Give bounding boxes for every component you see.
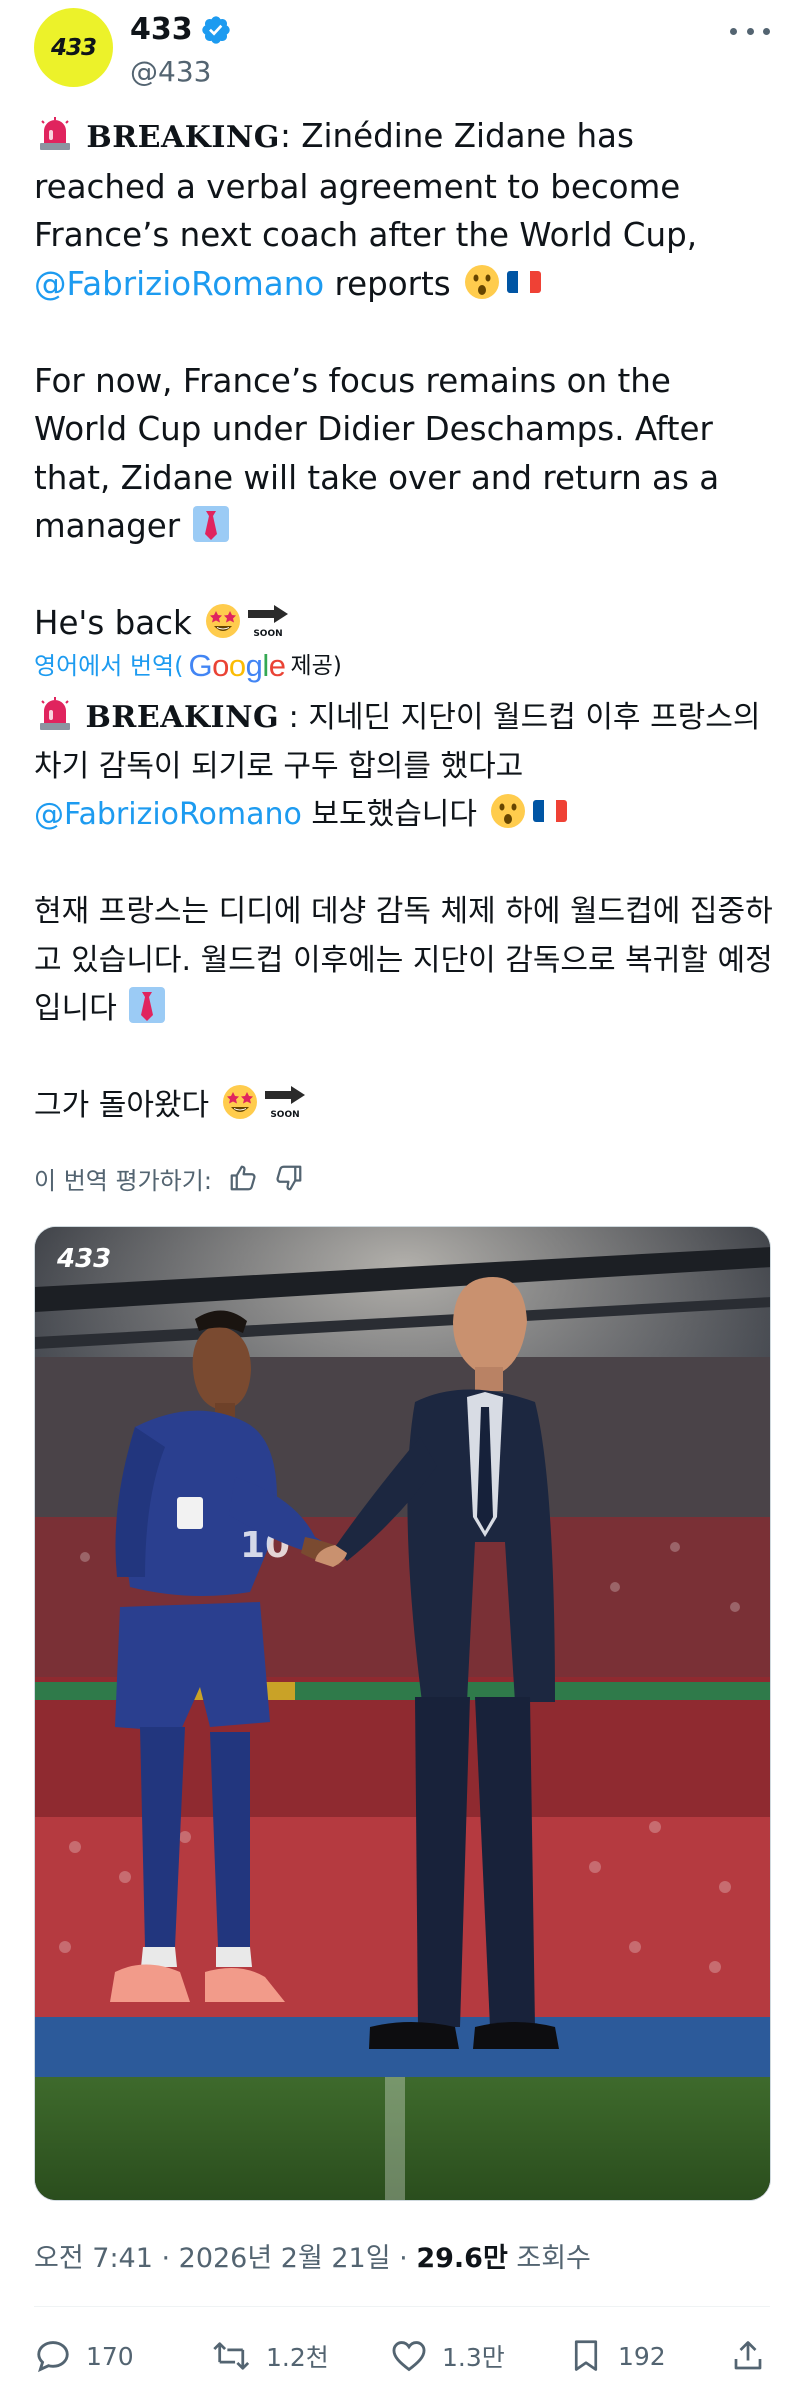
reply-count: 170: [86, 2341, 134, 2371]
rate-translation-label: 이 번역 평가하기:: [34, 1166, 212, 1195]
thumbs-up-icon[interactable]: [228, 1163, 258, 1193]
reply-icon: [37, 2341, 69, 2373]
soon-arrow-emoji: [263, 1083, 307, 1121]
mention-link[interactable]: @FabrizioRomano: [34, 265, 324, 303]
tweet-timestamp[interactable]: 오전 7:41 · 2026년 2월 21일 ·: [34, 2243, 416, 2274]
avatar[interactable]: 433: [34, 8, 113, 87]
like-count: 1.3만: [442, 2343, 505, 2372]
soon-arrow-emoji: [246, 602, 290, 640]
necktie-emoji: [128, 986, 166, 1024]
france-flag-emoji: [531, 792, 569, 830]
google-logo: Google: [188, 648, 286, 683]
translated-paragraph-1: BREAKING : 지네딘 지단이 월드컵 이후 프랑스의 차기 감독이 되기…: [34, 694, 774, 840]
siren-emoji: [36, 695, 74, 733]
translated-from-label[interactable]: 영어에서 번역(: [34, 648, 183, 684]
mention-link[interactable]: @FabrizioRomano: [34, 797, 302, 832]
avatar-logo-text: 433: [50, 34, 97, 61]
thumbs-down-icon[interactable]: [274, 1163, 304, 1193]
share-icon: [734, 2341, 762, 2370]
repost-count: 1.2천: [266, 2343, 329, 2372]
breaking-label: BREAKING: [85, 700, 280, 735]
like-button[interactable]: 1.3만: [390, 2326, 505, 2386]
surprised-emoji: [489, 792, 527, 830]
translated-paragraph-2: 현재 프랑스는 디디에 데샹 감독 체제 하에 월드컵에 집중하고 있습니다. …: [34, 888, 774, 1034]
provided-label: 제공): [290, 653, 342, 679]
translated-text-segment: 보도했습니다: [301, 797, 478, 832]
photo-illustration: 10 433: [35, 1227, 770, 2200]
tweet-media-image[interactable]: 10 433: [34, 1226, 771, 2201]
necktie-emoji: [192, 505, 230, 543]
repost-icon: [213, 2342, 250, 2370]
rate-translation: 이 번역 평가하기:: [34, 1158, 304, 1198]
translation-attribution[interactable]: 영어에서 번역( Google 제공): [34, 648, 342, 684]
translated-text: BREAKING : 지네딘 지단이 월드컵 이후 프랑스의 차기 감독이 되기…: [34, 694, 774, 1131]
author-handle[interactable]: @433: [130, 55, 211, 88]
reply-button[interactable]: 170: [34, 2326, 134, 2386]
verified-badge-icon[interactable]: [200, 14, 232, 46]
repost-button[interactable]: 1.2천: [212, 2326, 329, 2386]
tweet-text: BREAKING: Zinédine Zidane has reached a …: [34, 112, 774, 648]
france-flag-emoji: [505, 263, 543, 301]
tweet-meta: 오전 7:41 · 2026년 2월 21일 · 29.6만 조회수: [34, 2236, 591, 2275]
tweet-text-segment: For now, France’s focus remains on the W…: [34, 361, 720, 546]
translated-paragraph-3: 그가 돌아왔다: [34, 1082, 774, 1131]
star-struck-emoji: [221, 1083, 259, 1121]
author-name-row: 433: [130, 12, 232, 47]
tweet-text-segment: He's back: [34, 604, 192, 642]
view-count-label: 조회수: [507, 2243, 591, 2274]
divider: [34, 2306, 770, 2307]
bookmark-icon: [574, 2340, 598, 2371]
translated-text-segment: 그가 돌아왔다: [34, 1088, 210, 1123]
siren-emoji: [36, 115, 74, 153]
tweet-paragraph-1: BREAKING: Zinédine Zidane has reached a …: [34, 112, 774, 308]
view-count: 29.6만: [416, 2243, 508, 2274]
author-display-name[interactable]: 433: [130, 12, 193, 47]
bookmark-count: 192: [618, 2341, 666, 2371]
bookmark-button[interactable]: 192: [568, 2326, 666, 2386]
surprised-emoji: [463, 263, 501, 301]
action-bar: 170 1.2천 1.3만 192: [34, 2326, 770, 2386]
tweet-paragraph-2: For now, France’s focus remains on the W…: [34, 357, 774, 551]
tweet-paragraph-3: He's back: [34, 599, 774, 648]
tweet-text-segment: reports: [324, 264, 451, 303]
more-icon[interactable]: [730, 16, 770, 46]
share-button[interactable]: [730, 2326, 780, 2386]
star-struck-emoji: [204, 602, 242, 640]
media-watermark: 433: [56, 1244, 111, 1274]
tweet-header: 433 433 @433: [34, 8, 774, 88]
breaking-label: BREAKING: [86, 120, 280, 155]
like-icon: [392, 2341, 426, 2372]
